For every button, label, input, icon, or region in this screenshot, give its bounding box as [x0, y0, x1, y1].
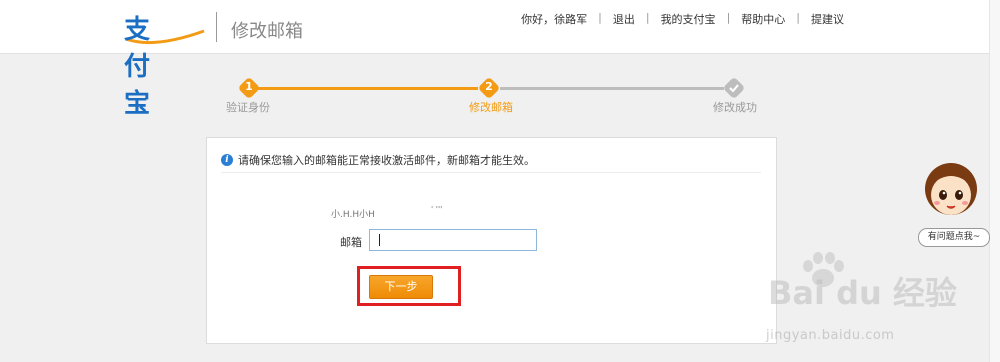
logo-divider [216, 12, 217, 42]
step-2-label: 修改邮箱 [469, 101, 513, 114]
current-email-value: ' ''' [431, 205, 443, 214]
text-caret [379, 234, 380, 246]
step-3-label: 修改成功 [713, 101, 757, 114]
nav-my-alipay[interactable]: 我的支付宝 [661, 11, 716, 27]
progress-steps: 1 验证身份 2 修改邮箱 修改成功 [0, 76, 1000, 117]
top-nav: 你好，徐路军 | 退出 | 我的支付宝 | 帮助中心 | 提建议 [521, 11, 844, 27]
notice-divider [221, 172, 761, 173]
watermark-url: jingyan.baidu.com [766, 328, 895, 343]
nav-greeting[interactable]: 你好，徐路军 [521, 11, 587, 27]
step-line-complete [256, 87, 478, 90]
nav-feedback[interactable]: 提建议 [811, 11, 844, 27]
step-line-pending [500, 87, 724, 90]
assistant-avatar-icon [925, 163, 977, 215]
help-button[interactable]: 有问题点我~ [918, 228, 990, 247]
nav-separator: | [645, 11, 650, 24]
next-step-button[interactable]: 下一步 [369, 275, 433, 299]
notice-text: 请确保您输入的邮箱能正常接收激活邮件，新邮箱才能生效。 [238, 154, 535, 167]
page-title: 修改邮箱 [231, 21, 303, 42]
paw-icon [803, 252, 844, 287]
page-scrollbar[interactable] [989, 0, 1000, 362]
nav-logout[interactable]: 退出 [613, 11, 635, 27]
checkmark-icon [729, 84, 739, 93]
nav-separator: | [796, 11, 800, 24]
nav-help-center[interactable]: 帮助中心 [741, 11, 785, 27]
email-form-card: i 请确保您输入的邮箱能正常接收激活邮件，新邮箱才能生效。 小.H.H小H ' … [206, 137, 777, 344]
current-email-label: 小.H.H小H [331, 210, 375, 220]
watermark-brand: Bai du 经验 [768, 274, 957, 312]
nav-separator: | [726, 11, 731, 24]
step-1-label: 验证身份 [226, 101, 270, 114]
help-assistant[interactable]: 有问题点我~ [918, 161, 990, 251]
step-2-number: 2 [485, 80, 493, 93]
email-label: 邮箱 [340, 236, 362, 249]
info-icon: i [221, 154, 233, 166]
notice-message: i 请确保您输入的邮箱能正常接收激活邮件，新邮箱才能生效。 [221, 152, 535, 168]
header: 支付宝 修改邮箱 你好，徐路军 | 退出 | 我的支付宝 | 帮助中心 | 提建… [0, 0, 990, 119]
nav-separator: | [598, 11, 602, 24]
email-input[interactable] [369, 229, 537, 251]
step-1-number: 1 [245, 80, 253, 93]
watermark: Bai du 经验 jingyan.baidu.com [760, 250, 1000, 362]
